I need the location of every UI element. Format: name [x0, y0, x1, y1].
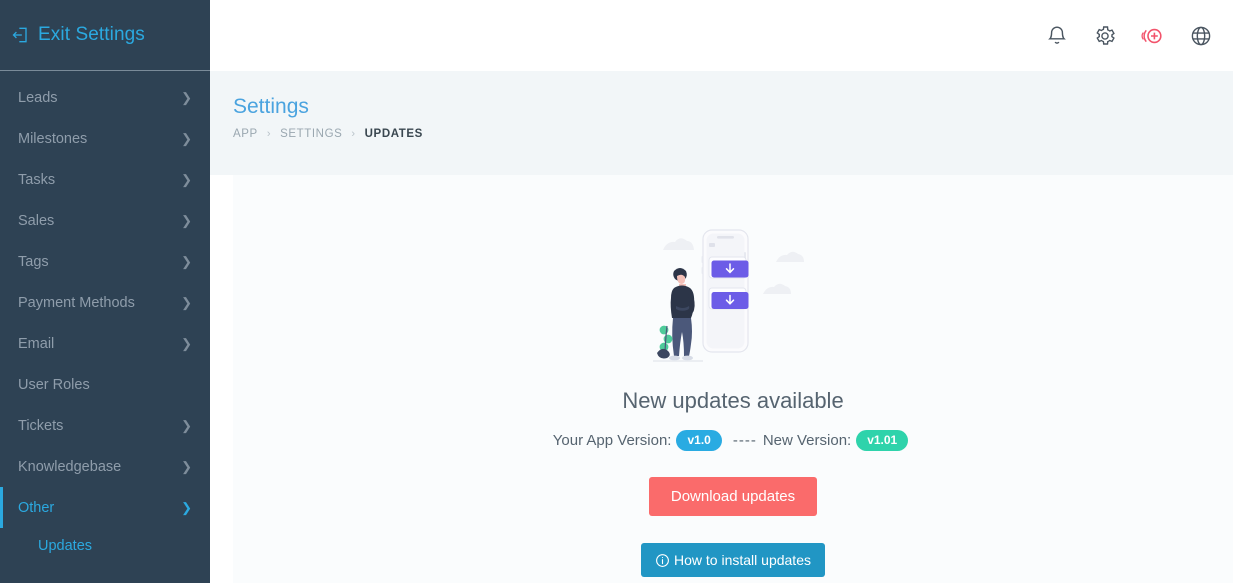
- chevron-right-icon: ❯: [181, 213, 192, 228]
- version-row: Your App Version: v1.0 ---- New Version:…: [552, 430, 913, 452]
- sidebar-item-milestones[interactable]: Milestones ❯: [0, 118, 210, 159]
- bell-icon[interactable]: [1045, 24, 1069, 48]
- main-area: Settings APP › SETTINGS › UPDATES New up…: [210, 0, 1233, 583]
- chevron-right-icon: ❯: [181, 254, 192, 269]
- topbar-icon-group: [1045, 24, 1213, 48]
- updates-illustration: [653, 229, 804, 362]
- exit-icon: [12, 27, 27, 43]
- sidebar-item-tags[interactable]: Tags ❯: [0, 241, 210, 282]
- info-icon: [656, 553, 669, 567]
- current-version-badge: v1.0: [676, 430, 722, 452]
- sidebar-menu: Leads ❯ Milestones ❯ Tasks ❯ Sales ❯ Tag…: [0, 71, 210, 564]
- chevron-down-icon: ❯: [181, 500, 192, 515]
- page-title: Settings: [233, 95, 309, 118]
- chevron-right-icon: ❯: [181, 459, 192, 474]
- sidebar-subitem-label: Updates: [38, 538, 93, 554]
- chevron-right-icon: ❯: [181, 295, 192, 310]
- sidebar-item-user-roles[interactable]: User Roles: [0, 364, 210, 405]
- sidebar-item-updates[interactable]: Updates: [0, 528, 210, 564]
- sidebar: Exit Settings Leads ❯ Milestones ❯ Tasks…: [0, 0, 210, 583]
- sidebar-item-knowledgebase[interactable]: Knowledgebase ❯: [0, 446, 210, 487]
- exit-settings-button[interactable]: Exit Settings: [0, 0, 210, 71]
- updates-heading: New updates available: [622, 388, 844, 413]
- how-to-install-label: How to install updates: [674, 552, 811, 569]
- breadcrumb-item-app[interactable]: APP: [233, 128, 258, 140]
- sidebar-item-email[interactable]: Email ❯: [0, 323, 210, 364]
- sidebar-item-leads[interactable]: Leads ❯: [0, 77, 210, 118]
- topbar: [210, 0, 1233, 71]
- sidebar-item-tickets[interactable]: Tickets ❯: [0, 405, 210, 446]
- sidebar-item-label: Leads: [18, 89, 58, 106]
- chevron-right-icon: ❯: [181, 131, 192, 146]
- sidebar-item-label: Tickets: [18, 417, 64, 434]
- sidebar-item-label: Other: [18, 499, 55, 516]
- how-to-install-updates-button[interactable]: How to install updates: [641, 543, 825, 578]
- sidebar-item-label: Sales: [18, 212, 55, 229]
- breadcrumb-item-settings[interactable]: SETTINGS: [280, 128, 342, 140]
- globe-icon[interactable]: [1189, 24, 1213, 48]
- sidebar-item-other[interactable]: Other ❯: [0, 487, 210, 528]
- sidebar-item-label: User Roles: [18, 376, 90, 393]
- breadcrumb-item-updates: UPDATES: [364, 128, 423, 140]
- sidebar-item-tasks[interactable]: Tasks ❯: [0, 159, 210, 200]
- sidebar-item-label: Tasks: [18, 171, 56, 188]
- chevron-right-icon: ❯: [181, 336, 192, 351]
- chevron-right-icon: ❯: [181, 418, 192, 433]
- sidebar-item-payment-methods[interactable]: Payment Methods ❯: [0, 282, 210, 323]
- sidebar-item-label: Tags: [18, 253, 49, 270]
- sidebar-item-label: Payment Methods: [18, 294, 135, 311]
- gear-icon[interactable]: [1093, 24, 1117, 48]
- updates-panel: New updates available Your App Version: …: [233, 175, 1233, 583]
- download-updates-button[interactable]: Download updates: [648, 477, 818, 517]
- breadcrumb: APP › SETTINGS › UPDATES: [233, 128, 1233, 140]
- exit-settings-label: Exit Settings: [38, 24, 145, 45]
- app-root: Exit Settings Leads ❯ Milestones ❯ Tasks…: [0, 0, 1233, 583]
- breadcrumb-separator-icon: ›: [266, 128, 272, 140]
- new-version-label: New Version:: [762, 432, 852, 450]
- sidebar-item-label: Milestones: [18, 130, 88, 147]
- sidebar-item-label: Email: [18, 335, 55, 352]
- your-version-label: Your App Version:: [552, 432, 672, 450]
- chevron-right-icon: ❯: [181, 90, 192, 105]
- breadcrumb-separator-icon: ›: [351, 128, 356, 140]
- sidebar-item-sales[interactable]: Sales ❯: [0, 200, 210, 241]
- add-circle-icon[interactable]: [1141, 24, 1165, 48]
- sidebar-item-label: Knowledgebase: [18, 458, 122, 475]
- new-version-badge: v1.01: [856, 430, 909, 452]
- chevron-right-icon: ❯: [181, 172, 192, 187]
- version-separator: ----: [732, 432, 757, 450]
- page-header: Settings APP › SETTINGS › UPDATES: [210, 71, 1233, 175]
